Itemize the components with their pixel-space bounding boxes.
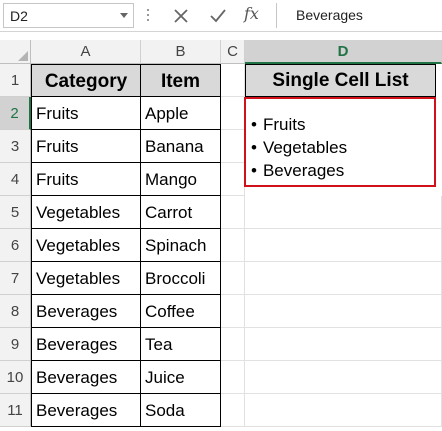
column-header-b[interactable]: B — [141, 40, 221, 64]
column-header-a[interactable]: A — [31, 40, 141, 64]
drag-handle-icon[interactable] — [147, 9, 150, 23]
empty-cell[interactable] — [221, 262, 245, 295]
table-header-item[interactable]: Item — [141, 64, 221, 97]
table-cell-item[interactable]: Juice — [141, 361, 221, 394]
empty-cell[interactable] — [245, 328, 442, 361]
table-cell-category[interactable]: Fruits — [31, 163, 141, 196]
empty-cell[interactable] — [245, 262, 442, 295]
bullet-list: Fruits Vegetables Beverages — [246, 99, 434, 182]
table-cell-category[interactable]: Beverages — [31, 295, 141, 328]
table-cell-item[interactable]: Banana — [141, 130, 221, 163]
single-cell-list-cell[interactable]: Fruits Vegetables Beverages — [244, 97, 436, 187]
table-cell-category[interactable]: Vegetables — [31, 196, 141, 229]
row-header-11[interactable]: 11 — [0, 394, 31, 427]
empty-cell[interactable] — [221, 163, 245, 196]
row-header-3[interactable]: 3 — [0, 130, 31, 163]
row-header-8[interactable]: 8 — [0, 295, 31, 328]
check-icon[interactable] — [207, 5, 229, 27]
cancel-icon[interactable] — [170, 5, 192, 27]
table-cell-item[interactable]: Mango — [141, 163, 221, 196]
table-cell-category[interactable]: Beverages — [31, 328, 141, 361]
formula-bar: D2 fx Beverages — [0, 0, 442, 32]
empty-cell[interactable] — [245, 394, 442, 427]
table-cell-category[interactable]: Vegetables — [31, 229, 141, 262]
select-all-button[interactable] — [0, 40, 31, 64]
single-cell-list-header[interactable]: Single Cell List — [245, 64, 436, 97]
row-header-6[interactable]: 6 — [0, 229, 31, 262]
insert-function-icon[interactable]: fx — [244, 4, 266, 26]
empty-cell[interactable] — [245, 361, 442, 394]
name-box[interactable]: D2 — [3, 3, 134, 28]
name-box-value: D2 — [10, 8, 28, 24]
empty-cell[interactable] — [245, 196, 442, 229]
table-cell-item[interactable]: Apple — [141, 97, 221, 130]
table-cell-item[interactable]: Soda — [141, 394, 221, 427]
table-cell-category[interactable]: Beverages — [31, 361, 141, 394]
formula-input[interactable]: Beverages — [296, 7, 363, 23]
row-header-9[interactable]: 9 — [0, 328, 31, 361]
table-cell-item[interactable]: Coffee — [141, 295, 221, 328]
table-cell-item[interactable]: Spinach — [141, 229, 221, 262]
row-header-10[interactable]: 10 — [0, 361, 31, 394]
table-cell-item[interactable]: Carrot — [141, 196, 221, 229]
column-header-c[interactable]: C — [221, 40, 245, 64]
table-cell-category[interactable]: Vegetables — [31, 262, 141, 295]
list-item: Vegetables — [251, 136, 434, 159]
list-item: Fruits — [251, 113, 434, 136]
empty-cell[interactable] — [221, 97, 245, 130]
empty-cell[interactable] — [245, 295, 442, 328]
row-header-4[interactable]: 4 — [0, 163, 31, 196]
table-header-category[interactable]: Category — [31, 64, 141, 97]
row-header-2[interactable]: 2 — [0, 97, 31, 130]
select-all-icon — [18, 51, 28, 61]
row-header-5[interactable]: 5 — [0, 196, 31, 229]
table-cell-category[interactable]: Fruits — [31, 130, 141, 163]
empty-cell[interactable] — [221, 295, 245, 328]
column-header-d[interactable]: D — [245, 40, 442, 64]
empty-cell[interactable] — [221, 130, 245, 163]
empty-cell[interactable] — [221, 196, 245, 229]
chevron-down-icon[interactable] — [120, 13, 128, 18]
table-cell-item[interactable]: Tea — [141, 328, 221, 361]
row-header-1[interactable]: 1 — [0, 64, 31, 97]
table-cell-item[interactable]: Broccoli — [141, 262, 221, 295]
table-cell-category[interactable]: Fruits — [31, 97, 141, 130]
table-cell-category[interactable]: Beverages — [31, 394, 141, 427]
empty-cell[interactable] — [221, 328, 245, 361]
empty-cell[interactable] — [221, 394, 245, 427]
row-header-7[interactable]: 7 — [0, 262, 31, 295]
list-item: Beverages — [251, 159, 434, 182]
empty-cell[interactable] — [221, 229, 245, 262]
empty-cell[interactable] — [245, 229, 442, 262]
divider — [276, 3, 277, 28]
empty-cell[interactable] — [221, 361, 245, 394]
empty-cell[interactable] — [221, 64, 245, 97]
